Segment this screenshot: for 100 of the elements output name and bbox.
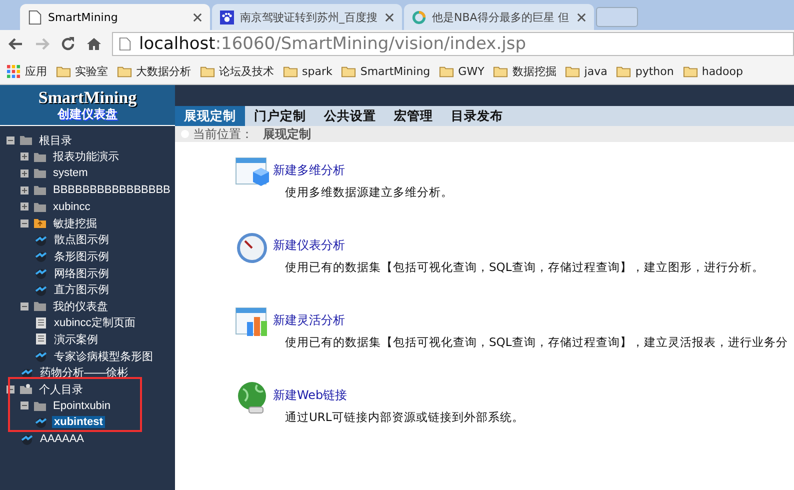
nav-tab[interactable]: 门户定制 <box>245 106 315 126</box>
bookmark[interactable]: hadoop <box>682 64 743 78</box>
tree-item[interactable]: xubincc定制页面 <box>52 315 138 330</box>
page-icon <box>119 37 131 51</box>
tree-item[interactable]: 敏捷挖掘 <box>51 216 99 231</box>
document-icon <box>34 333 48 346</box>
bookmark[interactable]: SmartMining <box>341 64 430 78</box>
tree-item[interactable]: BBBBBBBBBBBBBBBB <box>51 184 172 196</box>
tree-item[interactable]: AAAAAA <box>38 432 86 445</box>
app-subtitle: 创建仪表盘 <box>58 107 118 121</box>
tree-item[interactable]: 网络图示例 <box>52 266 111 281</box>
folder-icon <box>33 184 47 196</box>
folder-icon <box>283 64 298 78</box>
breadcrumb-current: 展现定制 <box>263 126 311 142</box>
bookmark[interactable]: 大数据分析 <box>117 64 191 78</box>
nav-tab[interactable]: 宏管理 <box>385 106 442 126</box>
folder-icon <box>19 383 33 396</box>
tree-item[interactable]: system <box>51 167 90 180</box>
tree-item[interactable]: 报表功能演示 <box>51 149 121 164</box>
expander-icon[interactable] <box>20 401 29 410</box>
back-icon[interactable] <box>8 36 24 52</box>
action-description: 使用已有的数据集【包括可视化查询，SQL查询，存储过程查询】，建立图形，进行分析。 <box>284 260 764 275</box>
folder-icon <box>439 64 454 78</box>
chart-icon <box>34 267 48 280</box>
page-icon <box>28 10 42 24</box>
bookmark[interactable]: java <box>565 64 608 78</box>
nav-tab[interactable]: 公共设置 <box>315 106 385 126</box>
breadcrumb-label: 当前位置： <box>193 126 253 142</box>
browser-tab[interactable]: 南京驾驶证转到苏州_百度搜 <box>212 4 402 30</box>
bookmark[interactable]: GWY <box>439 64 484 78</box>
folder-icon <box>33 200 47 213</box>
tree-item[interactable]: xubintest <box>52 416 105 428</box>
folder-icon <box>56 64 71 78</box>
tree-item[interactable]: 药物分析——徐彬 <box>38 365 130 380</box>
action-link[interactable]: 新建灵活分析 <box>273 312 345 329</box>
expander-icon[interactable] <box>20 152 29 162</box>
bookmark[interactable]: 应用 <box>6 64 47 78</box>
expander-icon[interactable] <box>20 202 29 212</box>
bookmark[interactable]: 实验室 <box>56 64 108 78</box>
expander-icon[interactable] <box>20 168 29 178</box>
ring-icon <box>412 10 426 24</box>
folder-icon <box>33 300 47 312</box>
url-path: :16060/SmartMining/vision/index.jsp <box>215 34 526 54</box>
nav-tab[interactable]: 目录发布 <box>442 106 512 126</box>
tree-item[interactable]: 条形图示例 <box>52 248 111 264</box>
action-link[interactable]: 新建Web链接 <box>273 387 348 404</box>
chart-icon <box>34 250 48 262</box>
expander-icon[interactable] <box>20 218 29 228</box>
tab-title: 南京驾驶证转到苏州_百度搜 <box>240 10 378 24</box>
folder-icon <box>616 64 632 78</box>
bookmark[interactable]: python <box>616 64 674 78</box>
tree-item[interactable]: Epointxubin <box>51 400 112 412</box>
action-description: 使用多维数据源建立多维分析。 <box>284 185 453 200</box>
expander-icon[interactable] <box>20 302 29 311</box>
bookmark[interactable]: 论坛及技术 <box>200 64 274 78</box>
action-link[interactable]: 新建仪表分析 <box>273 237 345 254</box>
chart-icon <box>20 432 34 445</box>
tree-item[interactable]: 个人目录 <box>37 382 85 397</box>
address-bar[interactable]: localhost:16060/SmartMining/vision/index.jsp <box>112 32 794 56</box>
chart-icon <box>34 234 48 246</box>
close-icon[interactable] <box>193 12 202 22</box>
folder-icon <box>493 64 508 78</box>
folder-icon <box>19 134 33 146</box>
app-logo: SmartMining <box>38 89 137 107</box>
tree-item[interactable]: xubincc <box>51 200 92 213</box>
paw-icon <box>220 10 234 24</box>
browser-tab[interactable]: SmartMining <box>20 4 210 30</box>
folder-icon <box>200 64 215 78</box>
tree-item[interactable]: 直方图示例 <box>52 282 111 298</box>
folder-icon <box>565 64 580 78</box>
bookmark[interactable]: 数据挖掘 <box>493 64 556 78</box>
tree-item[interactable]: 我的仪表盘 <box>51 298 110 314</box>
close-icon[interactable] <box>385 12 394 22</box>
url-host: localhost <box>139 34 216 54</box>
tree-item[interactable]: 散点图示例 <box>52 232 111 248</box>
tree-item[interactable]: 演示案例 <box>52 332 100 347</box>
tab-title: SmartMining <box>48 10 119 24</box>
tab-title: 他是NBA得分最多的巨星 但 <box>432 10 570 24</box>
chart-icon <box>20 366 34 379</box>
tree-item[interactable]: 专家诊病模型条形图 <box>52 348 155 364</box>
expander-icon[interactable] <box>20 186 29 195</box>
folder-icon <box>117 64 132 78</box>
action-link[interactable]: 新建多维分析 <box>273 162 345 179</box>
home-icon[interactable] <box>86 36 102 52</box>
folder-icon <box>33 167 47 180</box>
tree-item[interactable]: 根目录 <box>37 132 74 148</box>
chart-icon <box>34 284 48 296</box>
chart-icon <box>34 350 48 362</box>
reload-icon[interactable] <box>60 36 76 52</box>
bookmark[interactable]: spark <box>283 64 332 78</box>
expander-icon[interactable] <box>6 136 15 145</box>
folder-icon <box>33 400 47 412</box>
action-description: 通过URL可链接内部资源或链接到外部系统。 <box>284 410 524 425</box>
nav-tab[interactable]: 展现定制 <box>175 106 245 126</box>
folder-icon <box>33 150 47 163</box>
folder-icon <box>341 64 356 78</box>
browser-tab[interactable]: 他是NBA得分最多的巨星 但 <box>404 4 594 30</box>
chart-icon <box>34 416 48 428</box>
close-icon[interactable] <box>577 12 586 22</box>
folder-icon <box>33 217 47 230</box>
